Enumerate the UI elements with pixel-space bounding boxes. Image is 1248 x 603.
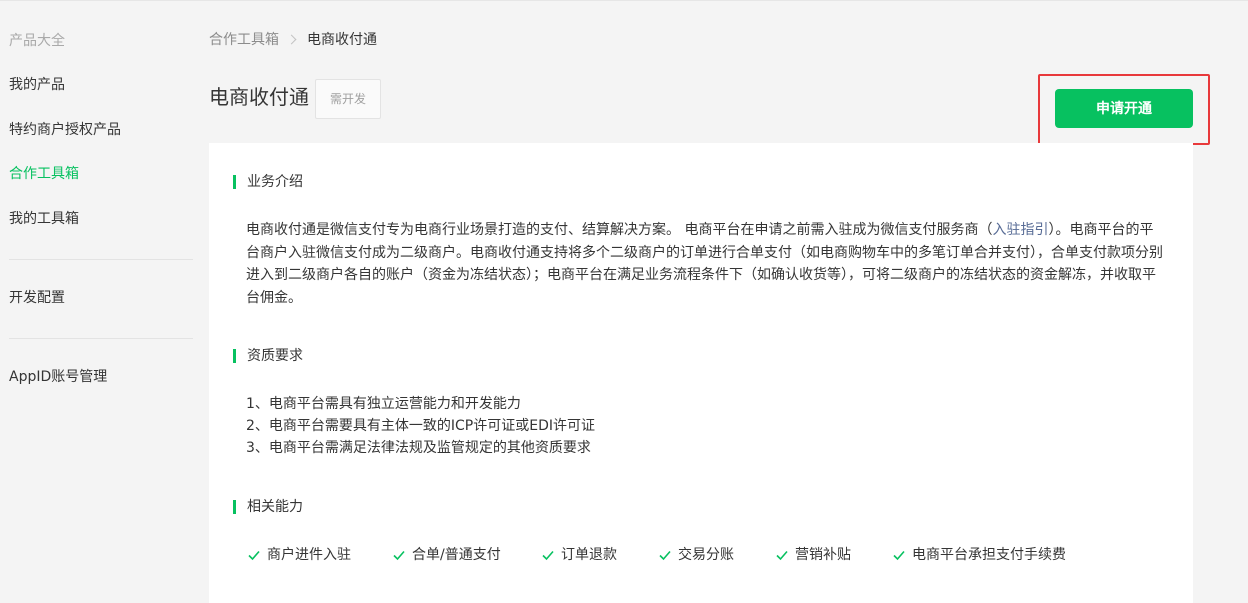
section-accent-bar (233, 349, 236, 363)
breadcrumb: 合作工具箱 电商收付通 (209, 30, 377, 50)
sidebar-item-my-products[interactable]: 我的产品 (9, 75, 65, 95)
requirements-list: 1、电商平台需具有独立运营能力和开发能力 2、电商平台需要具有主体一致的ICP许… (246, 393, 595, 459)
onboarding-guide-link[interactable]: 入驻指引 (992, 222, 1048, 238)
breadcrumb-current: 电商收付通 (307, 32, 377, 48)
capability-label: 交易分账 (678, 547, 734, 563)
check-icon (248, 550, 260, 561)
sidebar-header: 产品大全 (9, 33, 65, 49)
capability-label: 电商平台承担支付手续费 (912, 547, 1066, 563)
intro-text-start: 电商收付通是微信支付专为电商行业场景打造的支付、结算解决方案。 电商平台在申请之… (246, 222, 993, 238)
requirement-item: 1、电商平台需具有独立运营能力和开发能力 (246, 396, 521, 412)
check-icon (893, 550, 905, 561)
section-title: 相关能力 (247, 499, 303, 515)
sidebar-item-dev-config[interactable]: 开发配置 (9, 288, 65, 308)
section-title: 资质要求 (247, 348, 303, 364)
section-accent-bar (233, 175, 236, 189)
sidebar: 产品大全 我的产品 特约商户授权产品 合作工具箱 我的工具箱 开发配置 AppI… (0, 0, 200, 596)
sidebar-item-authorized-products[interactable]: 特约商户授权产品 (9, 120, 121, 140)
content-card: 业务介绍 电商收付通是微信支付专为电商行业场景打造的支付、结算解决方案。 电商平… (209, 143, 1193, 603)
section-accent-bar (233, 500, 236, 514)
check-icon (659, 550, 671, 561)
capability-label: 订单退款 (561, 547, 617, 563)
sidebar-divider (9, 259, 193, 260)
capability-label: 商户进件入驻 (267, 547, 351, 563)
requirement-item: 3、电商平台需满足法律法规及监管规定的其他资质要求 (246, 440, 591, 456)
check-icon (542, 550, 554, 561)
capability-label: 合单/普通支付 (412, 547, 501, 563)
section-title: 业务介绍 (247, 174, 303, 190)
sidebar-item-my-toolbox[interactable]: 我的工具箱 (9, 209, 79, 229)
sidebar-divider (9, 338, 193, 339)
capability-label: 营销补贴 (795, 547, 851, 563)
sidebar-item-appid-manage[interactable]: AppID账号管理 (9, 367, 107, 387)
requirement-item: 2、电商平台需要具有主体一致的ICP许可证或EDI许可证 (246, 418, 596, 434)
page-title: 电商收付通 (209, 85, 309, 109)
breadcrumb-chevron-icon (286, 34, 297, 45)
check-icon (393, 550, 405, 561)
dev-required-badge: 需开发 (315, 79, 381, 119)
apply-button[interactable]: 申请开通 (1055, 89, 1193, 128)
breadcrumb-parent-link[interactable]: 合作工具箱 (209, 32, 279, 48)
intro-paragraph: 电商收付通是微信支付专为电商行业场景打造的支付、结算解决方案。 电商平台在申请之… (246, 219, 1166, 309)
check-icon (776, 550, 788, 561)
sidebar-item-partner-toolbox[interactable]: 合作工具箱 (9, 164, 79, 184)
